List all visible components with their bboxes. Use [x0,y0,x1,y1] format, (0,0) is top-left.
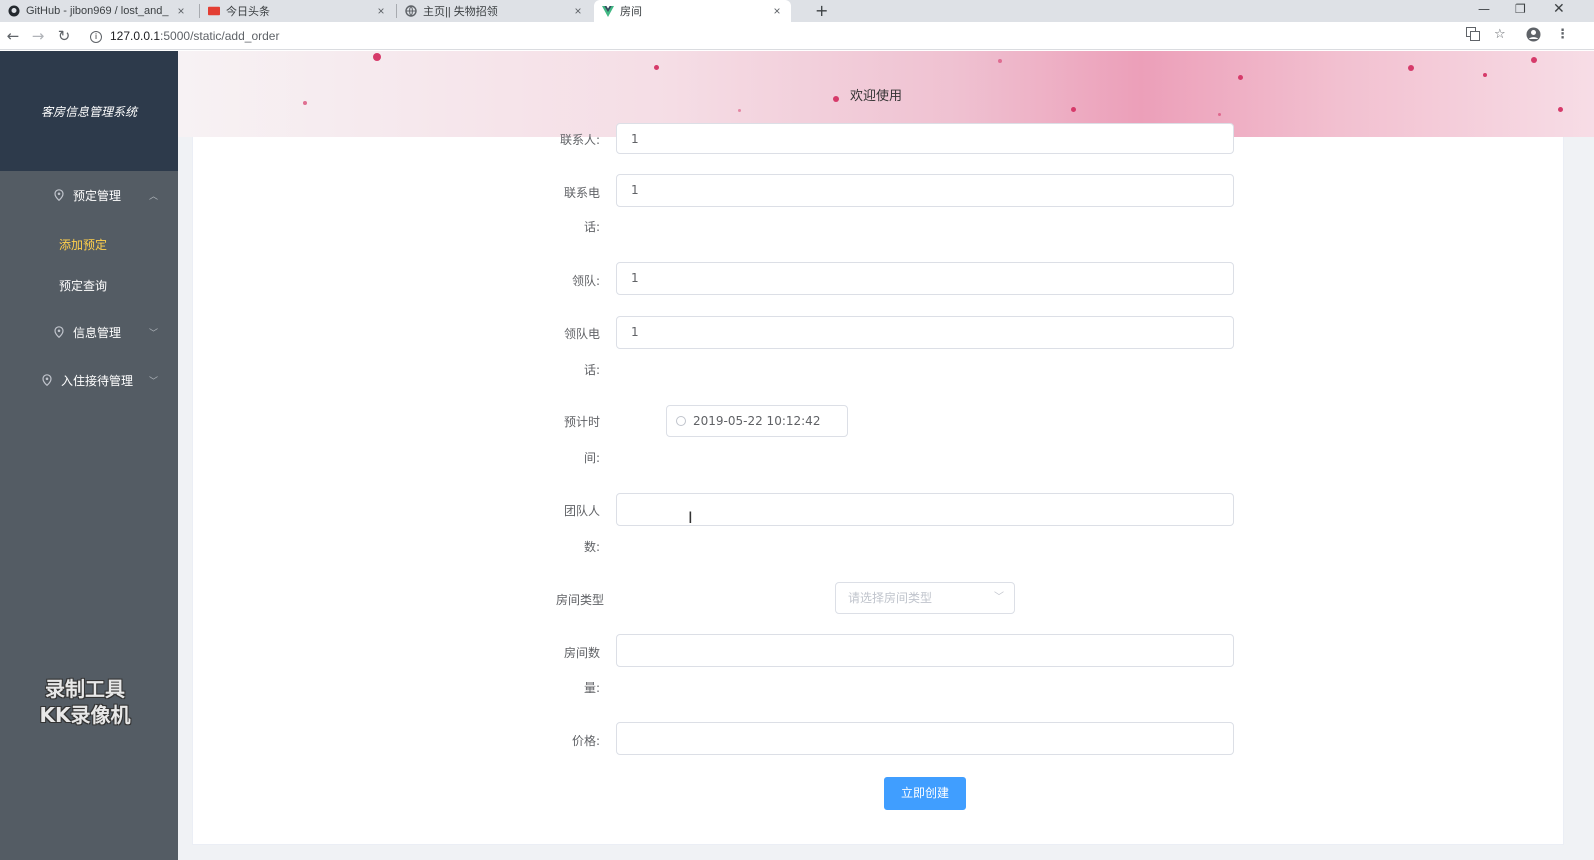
browser-tab-bar: GitHub - jibon969 / lost_and_ × 今日头条 × 主… [0,0,1594,22]
leader-phone-label: 领队电 [563,327,600,341]
room-count-label: 房间数 [563,646,600,660]
leader-label: 领队: [571,274,600,288]
chevron-down-icon: ﹀ [148,329,158,339]
tab-label: GitHub - jibon969 / lost_and_ [26,5,169,17]
clock-icon [676,416,686,426]
room-type-label: 房间类型 [555,593,604,607]
info-icon[interactable]: i [90,30,102,43]
back-icon[interactable]: ← [3,26,23,46]
url-field[interactable]: i 127.0.0.1:5000/static/add_order [90,27,279,45]
expected-time-label: 预计时 [563,415,600,429]
price-label: 价格: [571,734,600,748]
sidebar-item-checkin[interactable]: 入住接待管理 ﹀ [0,356,178,404]
github-icon [8,5,20,17]
toutiao-icon [208,5,220,17]
sidebar-item-booking[interactable]: 预定管理 ︿ [0,171,178,219]
contact-phone-label-cont: 话: [583,220,600,234]
price-input[interactable] [616,722,1234,755]
tab-label: 主页|| 失物招领 [423,6,498,18]
tab-github[interactable]: GitHub - jibon969 / lost_and_ × [0,0,195,22]
restore-button[interactable]: ❐ [1515,0,1526,22]
contact-input[interactable]: 1 [616,123,1234,154]
contact-label: 联系人: [559,133,600,147]
room-count-label-cont: 量: [583,681,600,695]
account-icon[interactable] [1526,27,1541,46]
close-icon[interactable]: × [175,4,187,18]
page-title: 欢迎使用 [850,89,903,104]
tab-label: 房间 [620,6,642,18]
expected-time-picker[interactable]: 2019-05-22 10:12:42 [666,405,848,437]
menu-dots-icon[interactable]: ⋮ [1556,27,1569,42]
minimize-button[interactable]: — [1478,0,1490,22]
sidebar-item-label: 预定管理 [73,188,122,203]
tab-toutiao[interactable]: 今日头条 × [200,0,395,22]
team-size-input[interactable] [616,493,1234,526]
contact-phone-input[interactable]: 1 [616,174,1234,207]
tab-lost-found[interactable]: 主页|| 失物招领 × [397,0,592,22]
room-count-input[interactable] [616,634,1234,667]
sidebar: 客房信息管理系统 预定管理 ︿ 添加预定 预定查询 信息管理 ﹀ 入住接待管理 … [0,51,178,860]
sidebar-subitem-booking-query[interactable]: 预定查询 [0,265,178,306]
close-icon[interactable]: × [771,4,783,18]
leader-input[interactable]: 1 [616,262,1234,295]
location-icon [54,326,64,338]
location-icon [42,374,52,386]
chevron-up-icon: ︿ [148,192,158,202]
star-icon[interactable]: ☆ [1494,27,1506,42]
chevron-down-icon: ﹀ [148,377,158,387]
team-size-label: 团队人 [563,504,600,518]
team-size-label-cont: 数: [583,540,600,554]
reload-icon[interactable]: ↻ [54,26,74,46]
globe-icon [405,5,417,17]
close-icon[interactable]: × [572,4,584,18]
forward-icon[interactable]: → [28,26,48,46]
sidebar-subitem-add-booking[interactable]: 添加预定 [0,224,178,265]
tab-room[interactable]: 房间 × [594,0,791,22]
new-tab-button[interactable]: + [815,0,828,22]
text-cursor-icon: I [688,508,693,527]
vue-icon [602,5,614,17]
sidebar-item-info[interactable]: 信息管理 ﹀ [0,308,178,356]
main-content: 联系人: 1 联系电 话: 1 领队: 1 领队电 话: 1 预计时 间: 20… [178,123,1594,860]
recording-watermark: 录制工具 KK录像机 [39,677,131,727]
sidebar-item-label: 信息管理 [73,325,122,340]
sidebar-item-label: 入住接待管理 [61,373,134,388]
app-brand: 客房信息管理系统 [0,51,178,171]
leader-phone-input[interactable]: 1 [616,316,1234,349]
expected-time-label-cont: 间: [583,451,600,465]
room-type-select[interactable]: 请选择房间类型 ﹀ [835,582,1015,614]
leader-phone-label-cont: 话: [583,363,600,377]
create-now-button[interactable]: 立即创建 [884,777,966,810]
close-icon[interactable]: × [375,4,387,18]
close-window-button[interactable]: ✕ [1553,0,1565,22]
tab-label: 今日头条 [226,6,270,18]
chevron-down-icon: ﹀ [994,592,1004,603]
location-icon [54,189,64,201]
address-bar: ← → ↻ i 127.0.0.1:5000/static/add_order ☆… [0,22,1594,50]
contact-phone-label: 联系电 [563,186,600,200]
form-card: 联系人: 1 联系电 话: 1 领队: 1 领队电 话: 1 预计时 间: 20… [192,123,1564,845]
translate-icon[interactable] [1466,27,1480,45]
